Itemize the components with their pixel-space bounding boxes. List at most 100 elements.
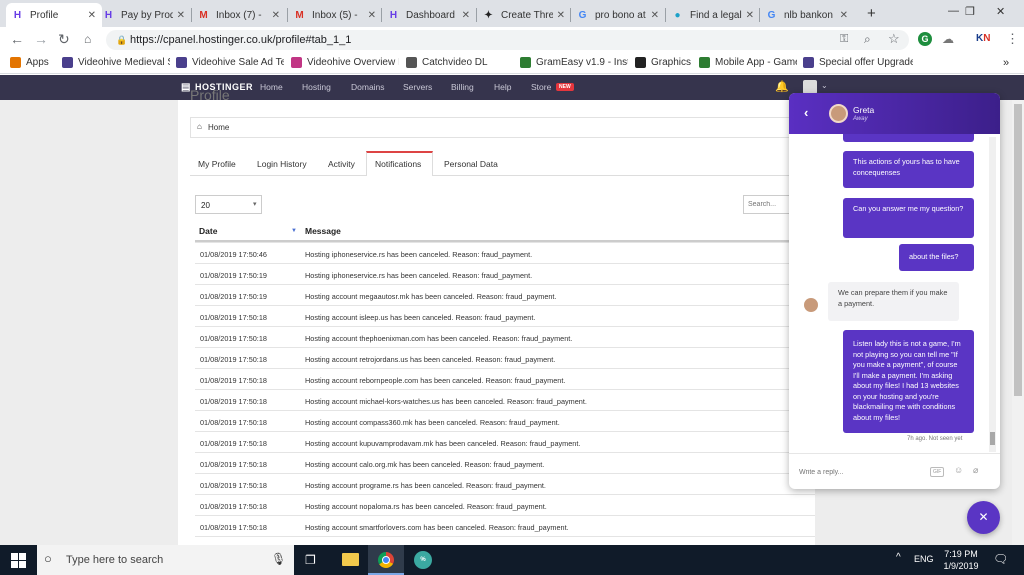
- kn-extension-icon[interactable]: KN: [976, 33, 990, 44]
- tab-my-profile[interactable]: My Profile: [198, 159, 236, 169]
- browser-tab[interactable]: M Inbox (5) - ✕: [288, 3, 382, 27]
- file-explorer-icon[interactable]: [342, 553, 359, 566]
- browser-tab[interactable]: M Inbox (7) - ✕: [192, 3, 286, 27]
- tab-close-icon[interactable]: ✕: [272, 10, 280, 21]
- bookmark-item[interactable]: Special offer Upgrade: [803, 57, 913, 68]
- tab-close-icon[interactable]: ✕: [746, 10, 754, 21]
- breadcrumb-home-icon: ⌂: [197, 122, 202, 131]
- tab-close-icon[interactable]: ✕: [88, 10, 96, 21]
- user-menu-chevron-icon[interactable]: ⌄: [821, 81, 828, 90]
- page-scrollbar-thumb[interactable]: [1014, 104, 1022, 396]
- tab-activity[interactable]: Activity: [328, 159, 355, 169]
- live-chat-window: ‹ Greta Away This actions of yours has t…: [789, 93, 1000, 489]
- microphone-icon[interactable]: 🎙: [271, 552, 286, 566]
- cloud-extension-icon[interactable]: ☁: [942, 32, 954, 46]
- tab-close-icon[interactable]: ✕: [368, 10, 376, 21]
- row-message: Hosting account retrojordans.us has been…: [305, 355, 556, 364]
- row-date: 01/08/2019 17:50:18: [200, 439, 267, 448]
- tab-close-icon[interactable]: ✕: [840, 10, 848, 21]
- chrome-taskbar-button[interactable]: [368, 545, 404, 575]
- chat-reply-input[interactable]: [799, 465, 924, 479]
- taskbar-search-box[interactable]: ○ Type here to search 🎙: [37, 545, 294, 575]
- browser-tab[interactable]: H Pay by Prod ✕: [97, 3, 191, 27]
- lock-icon: 🔒: [116, 35, 128, 45]
- row-date: 01/08/2019 17:50:19: [200, 271, 267, 280]
- clock-date[interactable]: 1/9/2019: [942, 561, 980, 571]
- bookmark-label: Special offer Upgrade: [819, 57, 913, 68]
- browser-tab[interactable]: ✦ Create Thre ✕: [477, 3, 571, 27]
- tab-personal-data[interactable]: Personal Data: [444, 159, 498, 169]
- browser-tab[interactable]: Gpro bono at ✕: [571, 3, 665, 27]
- nav-servers[interactable]: Servers: [403, 82, 432, 92]
- tab-login-history[interactable]: Login History: [257, 159, 307, 169]
- address-bar[interactable]: 🔒 https://cpanel.hostinger.co.uk/profile…: [106, 30, 909, 50]
- table-row: 01/08/2019 17:50:18 Hosting account compa…: [195, 410, 815, 431]
- bookmark-favicon-icon: [635, 57, 646, 68]
- row-message: Hosting account michael-kors-watches.us …: [305, 397, 587, 406]
- browser-tab[interactable]: H Dashboard ✕: [382, 3, 476, 27]
- new-tab-button[interactable]: +: [867, 5, 876, 22]
- nav-hosting[interactable]: Hosting: [302, 82, 331, 92]
- bookmark-item[interactable]: Graphics: [635, 57, 693, 68]
- tab-title: Profile: [30, 9, 59, 21]
- tab-close-icon[interactable]: ✕: [557, 10, 565, 21]
- bookmark-item[interactable]: Videohive Medieval S: [62, 57, 170, 68]
- nav-home[interactable]: Home: [260, 82, 283, 92]
- tab-notifications[interactable]: Notifications: [375, 159, 421, 169]
- tab-close-icon[interactable]: ✕: [177, 10, 185, 21]
- nav-billing[interactable]: Billing: [451, 82, 474, 92]
- bookmark-item[interactable]: Videohive Sale Ad Te: [176, 57, 284, 68]
- bookmark-item[interactable]: Apps: [10, 57, 55, 68]
- column-header-date[interactable]: Date: [199, 226, 217, 236]
- nav-domains[interactable]: Domains: [351, 82, 385, 92]
- browser-tab[interactable]: ● Find a legal ✕: [666, 3, 760, 27]
- tab-title: nlb bankon: [784, 9, 833, 21]
- bookmark-item[interactable]: GramEasy v1.9 - Insta: [520, 57, 628, 68]
- chat-close-button[interactable]: ✕: [967, 501, 1000, 534]
- browser-tab[interactable]: Gnlb bankon ✕: [760, 3, 854, 27]
- table-row: 01/08/2019 17:50:19 Hosting iphoneservice…: [195, 263, 815, 284]
- app-percent-icon[interactable]: %: [414, 551, 432, 569]
- chat-back-icon[interactable]: ‹: [804, 105, 808, 120]
- page-size-select[interactable]: 20 ▾: [195, 195, 262, 214]
- chat-scrollbar-thumb[interactable]: [990, 432, 995, 445]
- bookmark-item[interactable]: Catchvideo DL: [406, 57, 514, 68]
- bookmark-item[interactable]: Mobile App - Game S: [699, 57, 797, 68]
- minimize-button[interactable]: —: [948, 5, 959, 17]
- bookmark-item[interactable]: Videohive Overview I: [291, 57, 399, 68]
- gif-button[interactable]: GIF: [930, 467, 945, 477]
- user-avatar[interactable]: [803, 80, 817, 94]
- key-icon[interactable]: ⚿: [840, 33, 848, 46]
- nav-help[interactable]: Help: [494, 82, 511, 92]
- agent-avatar: [829, 104, 848, 123]
- task-view-icon[interactable]: ❐: [305, 553, 316, 567]
- tray-chevron-icon[interactable]: ^: [896, 552, 901, 563]
- window-close-button[interactable]: ✕: [996, 5, 1005, 18]
- zoom-icon[interactable]: ⌕: [864, 32, 871, 47]
- bookmark-star-icon[interactable]: ☆: [888, 31, 900, 47]
- forward-icon[interactable]: →: [34, 31, 48, 47]
- chat-message-user: about the files?: [899, 244, 974, 271]
- tab-close-icon[interactable]: ✕: [651, 10, 659, 21]
- windows-start-icon[interactable]: [11, 553, 26, 568]
- breadcrumb-home-link[interactable]: Home: [208, 123, 229, 132]
- back-icon[interactable]: ←: [10, 31, 24, 47]
- browser-tab[interactable]: H Profile ✕: [6, 3, 102, 27]
- reload-icon[interactable]: ↻: [58, 31, 70, 48]
- restore-button[interactable]: ❐: [965, 5, 975, 18]
- sort-desc-icon[interactable]: ▼: [291, 228, 297, 234]
- menu-kebab-icon[interactable]: ⋮: [1006, 31, 1019, 47]
- nav-store[interactable]: Store: [531, 82, 551, 92]
- home-icon[interactable]: ⌂: [84, 32, 91, 46]
- clock-time[interactable]: 7:19 PM: [942, 549, 980, 559]
- notifications-center-icon[interactable]: 🗨: [993, 552, 1008, 566]
- emoji-icon[interactable]: ☺: [954, 465, 963, 475]
- tab-close-icon[interactable]: ✕: [462, 10, 470, 21]
- notifications-bell-icon[interactable]: 🔔: [775, 80, 789, 93]
- input-language[interactable]: ENG: [914, 554, 934, 564]
- bookmarks-overflow-button[interactable]: »: [1003, 57, 1009, 69]
- attachment-icon[interactable]: ⌀: [973, 465, 978, 476]
- column-header-message[interactable]: Message: [305, 226, 341, 236]
- grammarly-extension-icon[interactable]: G: [918, 32, 932, 46]
- table-search-input[interactable]: [743, 195, 795, 214]
